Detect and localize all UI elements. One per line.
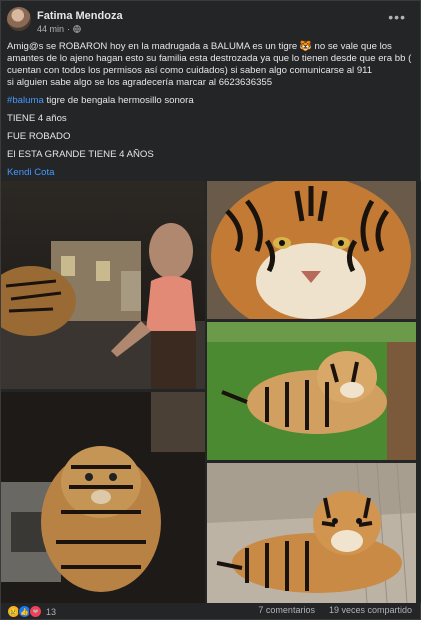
shares-count[interactable]: 19 veces compartido [329,605,412,615]
post-text: Amig@s se ROBARON hoy en la madrugada a … [7,41,415,185]
photo-woman-with-tiger[interactable] [1,181,205,389]
post-paragraph: FUE ROBADO [7,131,71,142]
meta-separator: · [67,24,71,34]
post-paragraph: TIENE 4 años [7,113,67,124]
post-footer: 😢 👍 ❤ 13 7 comentarios 19 veces comparti… [7,605,414,619]
post-paragraph: tigre de bengala hermosillo sonora [43,95,194,106]
author-name[interactable]: Fatima Mendoza [37,10,123,22]
photo-image [207,463,416,603]
photo-image [1,181,205,389]
photo-tiger-lying[interactable] [207,463,416,603]
reactions-summary[interactable]: 😢 👍 ❤ 13 [7,605,56,618]
post-paragraph: El ESTA GRANDE TIENE 4 AÑOS [7,149,154,160]
post-paragraph: Amig@s se ROBARON hoy en la madrugada a … [7,41,412,76]
reaction-count: 13 [46,606,57,617]
photo-grid [1,181,421,603]
post-card: Fatima Mendoza 44 min · ••• Amig@s se RO… [0,0,421,620]
globe-icon [73,25,81,33]
post-stats: 7 comentarios 19 veces compartido [258,605,412,615]
photo-tiger-face[interactable] [207,181,416,319]
post-time[interactable]: 44 min [37,24,64,34]
mention-link[interactable]: Kendi Cota [7,167,415,179]
avatar[interactable] [7,7,31,31]
post-paragraph: si alguien sabe algo se los agradecería … [7,77,273,88]
comments-count[interactable]: 7 comentarios [258,605,315,615]
photo-tiger-on-grass[interactable] [207,322,416,460]
more-options-icon[interactable]: ••• [388,9,406,25]
photo-image [207,181,416,319]
photo-image [207,322,416,460]
photo-image [1,392,205,603]
post-meta: 44 min · [37,24,81,34]
post-header: Fatima Mendoza 44 min · ••• [7,7,414,37]
love-reaction-icon: ❤ [29,605,42,618]
photo-tiger-cub-night[interactable] [1,392,205,603]
hashtag-link[interactable]: #baluma [7,95,44,106]
